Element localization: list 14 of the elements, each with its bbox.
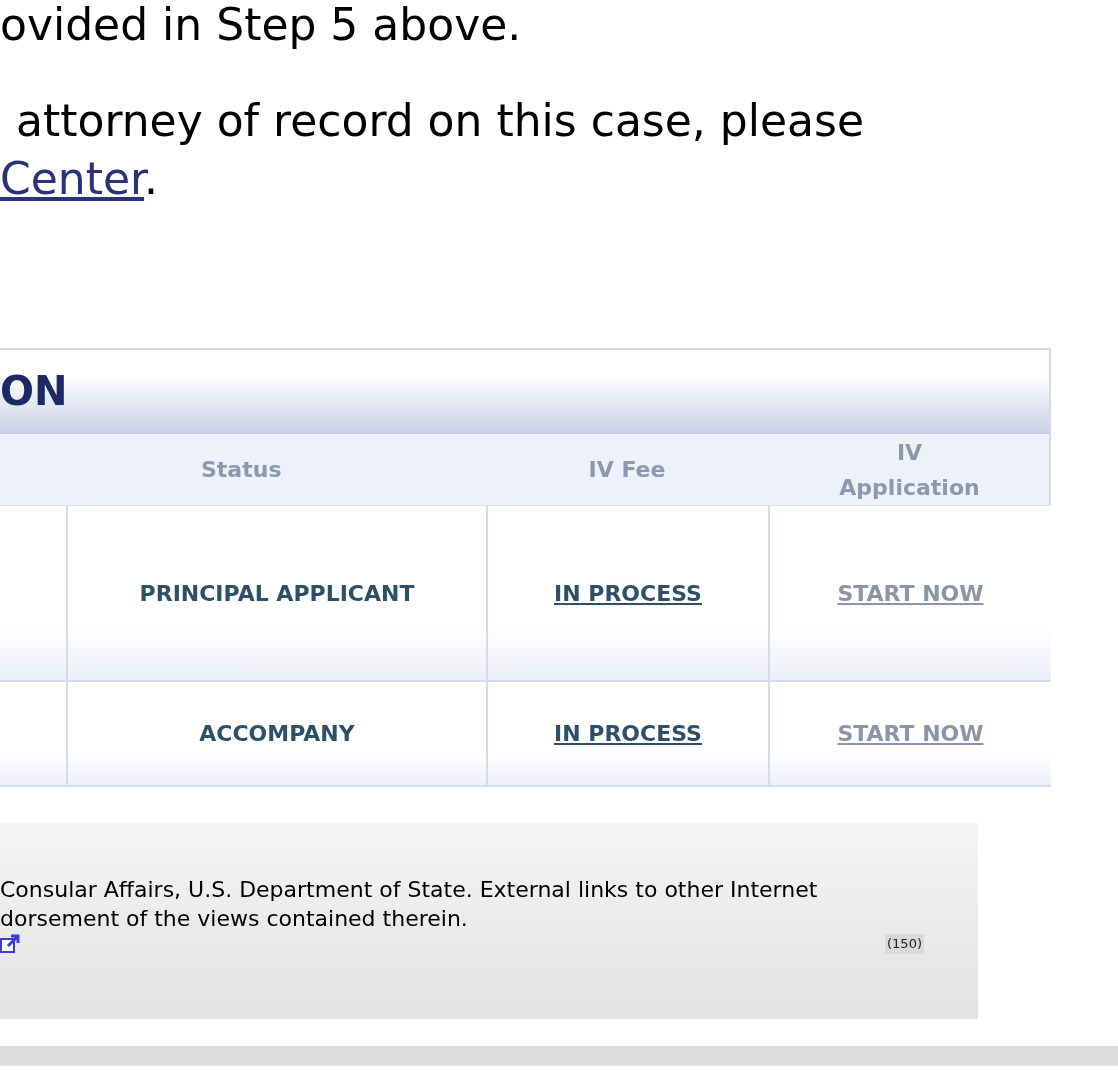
external-link-icon[interactable] xyxy=(0,933,20,955)
column-header: IV Fee xyxy=(588,456,666,484)
status-text: PRINCIPAL APPLICANT xyxy=(139,579,415,608)
fee-link[interactable]: IN PROCESS xyxy=(554,576,702,610)
paragraph-text: attorney of record on this case, please Center. xyxy=(0,94,865,206)
column-header: IV Application xyxy=(838,438,981,502)
footer-text: Consular Affairs, U.S. Department of State. External links to other Internet dorsement of the views contained therein. xyxy=(0,876,819,933)
column-header: Status xyxy=(201,456,282,484)
center-link[interactable]: Center xyxy=(0,153,145,204)
fee-link[interactable]: IN PROCESS xyxy=(554,717,702,750)
paragraph-text: ovided in Step 5 above. xyxy=(0,0,523,52)
counter-text: (150) xyxy=(885,934,924,954)
table-title: ON xyxy=(0,367,68,416)
status-text: ACCOMPANY xyxy=(199,720,355,748)
